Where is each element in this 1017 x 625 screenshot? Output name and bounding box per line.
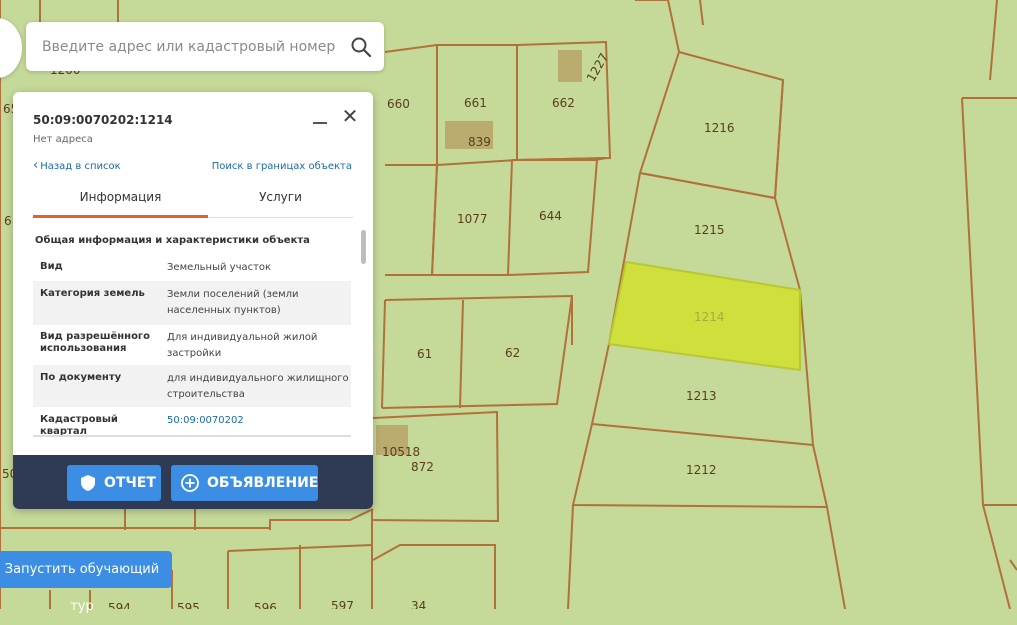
parcel-label: 597 xyxy=(331,599,354,609)
info-row: Вид Земельный участок xyxy=(33,255,351,281)
parcel-border xyxy=(774,79,784,199)
tab-services[interactable]: Услуги xyxy=(208,187,353,215)
info-row: По документу для индивидуального жилищно… xyxy=(33,365,351,407)
info-row-value: Для индивидуальной жилой застройки xyxy=(167,332,318,359)
minimize-icon[interactable] xyxy=(311,112,329,130)
scrollbar[interactable] xyxy=(360,227,366,437)
parcel-border xyxy=(384,294,573,345)
parcel-label: 34 xyxy=(411,599,426,609)
info-row-value: для индивидуального жилищного строительс… xyxy=(167,373,349,400)
parcel-label: 872 xyxy=(411,460,434,474)
search-bar xyxy=(26,22,384,71)
parcel-border xyxy=(635,0,681,174)
parcel-border xyxy=(459,299,464,409)
parcel-label: 596 xyxy=(254,601,277,609)
report-button[interactable]: ОТЧЕТ xyxy=(67,465,161,501)
cadastral-number: 50:09:0070202:1214 xyxy=(33,113,173,127)
parcel-border xyxy=(385,164,439,276)
start-tour-button[interactable]: Запустить обучающий тур xyxy=(0,551,172,614)
back-link-label: Назад в список xyxy=(40,161,121,172)
object-address: Нет адреса xyxy=(33,134,93,145)
back-to-list-link[interactable]: ‹ Назад в список xyxy=(33,158,121,173)
chevron-left-icon: ‹ xyxy=(33,158,39,173)
parcel-label: 595 xyxy=(177,601,200,609)
parcel-border xyxy=(381,295,573,409)
parcel-label: 661 xyxy=(464,96,487,110)
parcel-border xyxy=(989,0,998,81)
parcel-label: 62 xyxy=(505,346,520,360)
search-in-bounds-link[interactable]: Поиск в границах объекта xyxy=(212,161,352,172)
info-row-value: Земельный участок xyxy=(167,262,272,273)
parcel-label: 594 xyxy=(108,601,131,609)
report-button-label: ОТЧЕТ xyxy=(104,475,156,491)
parcel-label: 61 xyxy=(417,347,432,361)
info-row-value: Земли поселений (земли населенных пункто… xyxy=(167,289,299,316)
building xyxy=(558,50,582,82)
parcel-border xyxy=(812,444,846,609)
parcel-label: 1215 xyxy=(694,223,725,237)
divider xyxy=(33,435,351,437)
parcel-label: 662 xyxy=(552,96,575,110)
info-row-key: Вид разрешённого использования xyxy=(40,331,151,354)
parcel-label: 1216 xyxy=(704,121,735,135)
parcel-label: 644 xyxy=(539,209,562,223)
panel-footer: ОТЧЕТ ОБЪЯВЛЕНИЕ xyxy=(13,455,373,509)
section-title: Общая информация и характеристики объект… xyxy=(35,235,310,246)
info-content[interactable]: Общая информация и характеристики объект… xyxy=(33,227,353,437)
info-row-key: Вид xyxy=(40,261,63,272)
parcel-label: 6 xyxy=(4,214,12,228)
listing-button-label: ОБЪЯВЛЕНИЕ xyxy=(207,475,319,491)
parcel-border xyxy=(372,544,496,609)
parcel-label: 839 xyxy=(468,135,491,149)
plus-circle-icon xyxy=(181,474,199,492)
parcel-label: 1213 xyxy=(686,389,717,403)
object-info-panel: 50:09:0070202:1214 Нет адреса ✕ ‹ Назад в… xyxy=(13,92,373,509)
parcel-border xyxy=(1009,559,1017,571)
listing-button[interactable]: ОБЪЯВЛЕНИЕ xyxy=(171,465,318,501)
tab-information[interactable]: Информация xyxy=(33,187,208,218)
parcel-border xyxy=(269,508,374,530)
search-icon[interactable] xyxy=(350,36,372,58)
parcel-border xyxy=(961,97,1011,609)
info-row-key: Кадастровый квартал xyxy=(40,414,118,437)
shield-icon xyxy=(81,475,95,491)
info-row: Кадастровый квартал 50:09:0070202 xyxy=(33,407,352,437)
close-icon[interactable]: ✕ xyxy=(340,106,360,126)
parcel-border xyxy=(567,504,574,609)
parcel-label: 1212 xyxy=(686,463,717,477)
parcel-label: 660 xyxy=(387,97,410,111)
info-row-key: По документу xyxy=(40,372,122,383)
info-row: Категория земель Земли поселений (земли … xyxy=(33,281,351,325)
parcel-border xyxy=(381,299,386,409)
parcel-label: 10518 xyxy=(382,445,420,459)
parcel-label: 1214 xyxy=(694,310,725,324)
parcel-border xyxy=(699,0,704,26)
info-row: Вид разрешённого использования Для индив… xyxy=(33,325,351,365)
panel-tabs: Информация Услуги xyxy=(33,187,353,218)
cadastral-quarter-link[interactable]: 50:09:0070202 xyxy=(167,413,352,429)
info-row-key: Категория земель xyxy=(40,288,145,299)
scrollbar-thumb[interactable] xyxy=(361,230,366,264)
search-input[interactable] xyxy=(40,34,344,60)
parcel-label: 1077 xyxy=(457,212,488,226)
